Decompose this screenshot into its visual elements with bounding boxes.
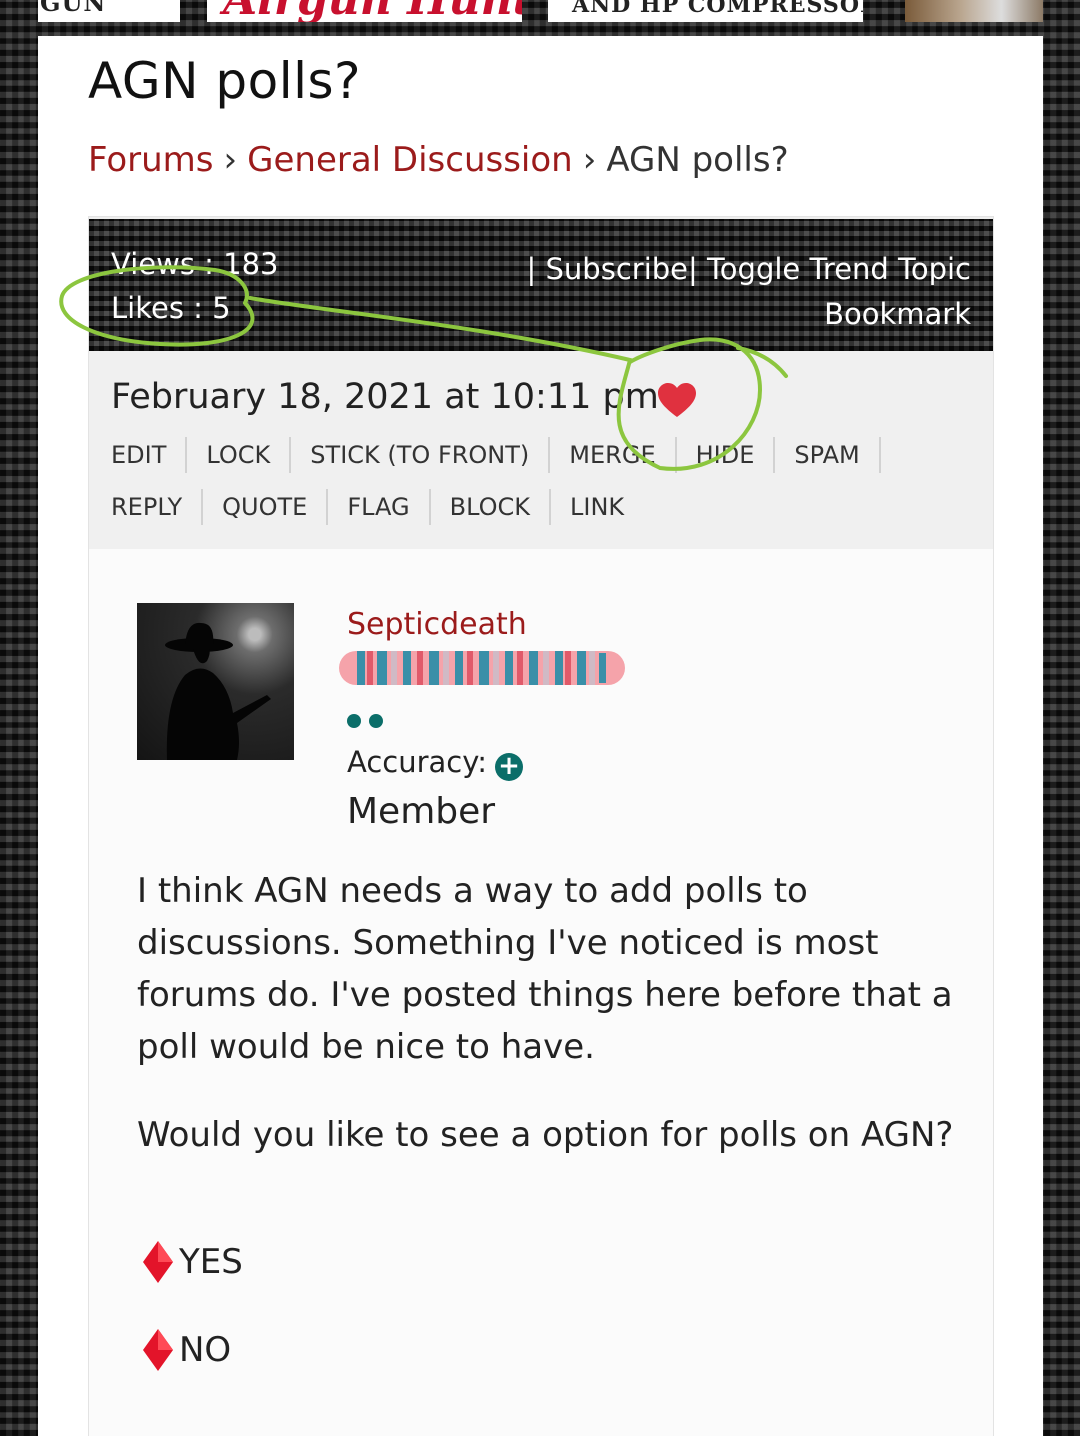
ad-banner-strip: GUN Airgun Hunter AND HP COMPRESSOR [0, 0, 1080, 24]
stick-action[interactable]: STICK (TO FRONT) [291, 437, 551, 473]
views-count: Views : 183 [111, 247, 279, 281]
option-label: NO [179, 1330, 232, 1370]
rank-dots [347, 713, 391, 732]
link-action[interactable]: LINK [551, 489, 643, 525]
poll-option-no: NO [141, 1327, 231, 1373]
like-heart-icon[interactable] [655, 379, 699, 423]
likes-count: Likes : 5 [111, 291, 231, 325]
edit-action[interactable]: EDIT [111, 437, 188, 473]
post-actions-row-2: REPLY QUOTE FLAG BLOCK LINK [111, 489, 643, 525]
toggle-trend-topic-link[interactable]: Toggle Trend Topic [707, 252, 971, 286]
breadcrumb-category-link[interactable]: General Discussion [247, 140, 573, 180]
ad-banner-3[interactable]: AND HP COMPRESSOR [548, 0, 863, 22]
option-label: YES [179, 1242, 243, 1282]
quote-action[interactable]: QUOTE [203, 489, 329, 525]
accuracy-label: Accuracy: [347, 745, 488, 779]
ad-banner-4[interactable] [905, 0, 1043, 22]
plus-icon[interactable]: + [495, 753, 524, 781]
post-meta: February 18, 2021 at 10:11 pm EDIT LOCK … [89, 351, 993, 549]
member-role: Member [347, 791, 496, 832]
breadcrumb-forums-link[interactable]: Forums [88, 140, 214, 180]
post-body: Septicdeath Accuracy: + Member I think A… [89, 549, 993, 1436]
breadcrumb: Forums › General Discussion › AGN polls? [88, 140, 789, 180]
cowboy-silhouette-icon [165, 622, 271, 760]
topic-actions: | Subscribe| Toggle Trend Topic Bookmark [527, 247, 971, 337]
spam-action[interactable]: SPAM [775, 437, 881, 473]
breadcrumb-separator: › [223, 140, 238, 180]
page-title: AGN polls? [88, 52, 362, 110]
post-actions-row-1: EDIT LOCK STICK (TO FRONT) MERGE HIDE SP… [111, 437, 881, 473]
breadcrumb-current: AGN polls? [606, 140, 789, 180]
ad-banner-1[interactable]: GUN [38, 0, 180, 22]
block-action[interactable]: BLOCK [431, 489, 552, 525]
bookmark-link[interactable]: Bookmark [824, 297, 971, 331]
topic-container: Views : 183 Likes : 5 | Subscribe| Toggl… [88, 216, 994, 1436]
redaction-scribble [339, 651, 625, 685]
ad-banner-1-text: GUN [40, 0, 107, 17]
ad-banner-2-text: Airgun Hunter [223, 0, 522, 22]
merge-action[interactable]: MERGE [550, 437, 677, 473]
author-name[interactable]: Septicdeath [347, 607, 527, 642]
subscribe-link[interactable]: | Subscribe| [527, 252, 698, 286]
poll-option-yes: YES [141, 1239, 243, 1285]
lock-action[interactable]: LOCK [187, 437, 292, 473]
post-paragraph: Would you like to see a option for polls… [137, 1115, 954, 1155]
ad-banner-3-text: AND HP COMPRESSOR [572, 0, 863, 18]
topic-header: Views : 183 Likes : 5 | Subscribe| Toggl… [89, 217, 993, 351]
reply-action[interactable]: REPLY [111, 489, 204, 525]
red-diamond-icon [143, 1241, 173, 1283]
breadcrumb-separator: › [582, 140, 597, 180]
post-date: February 18, 2021 at 10:11 pm [111, 377, 659, 417]
post-paragraph: I think AGN needs a way to add polls to … [137, 871, 953, 1067]
flag-action[interactable]: FLAG [328, 489, 431, 525]
avatar[interactable] [137, 603, 294, 760]
page-content: AGN polls? Forums › General Discussion › AGN… [38, 36, 1043, 1436]
accuracy-rating: Accuracy: + [347, 745, 524, 781]
red-diamond-icon [143, 1329, 173, 1371]
ad-banner-2[interactable]: Airgun Hunter [207, 0, 522, 22]
hide-action[interactable]: HIDE [677, 437, 776, 473]
